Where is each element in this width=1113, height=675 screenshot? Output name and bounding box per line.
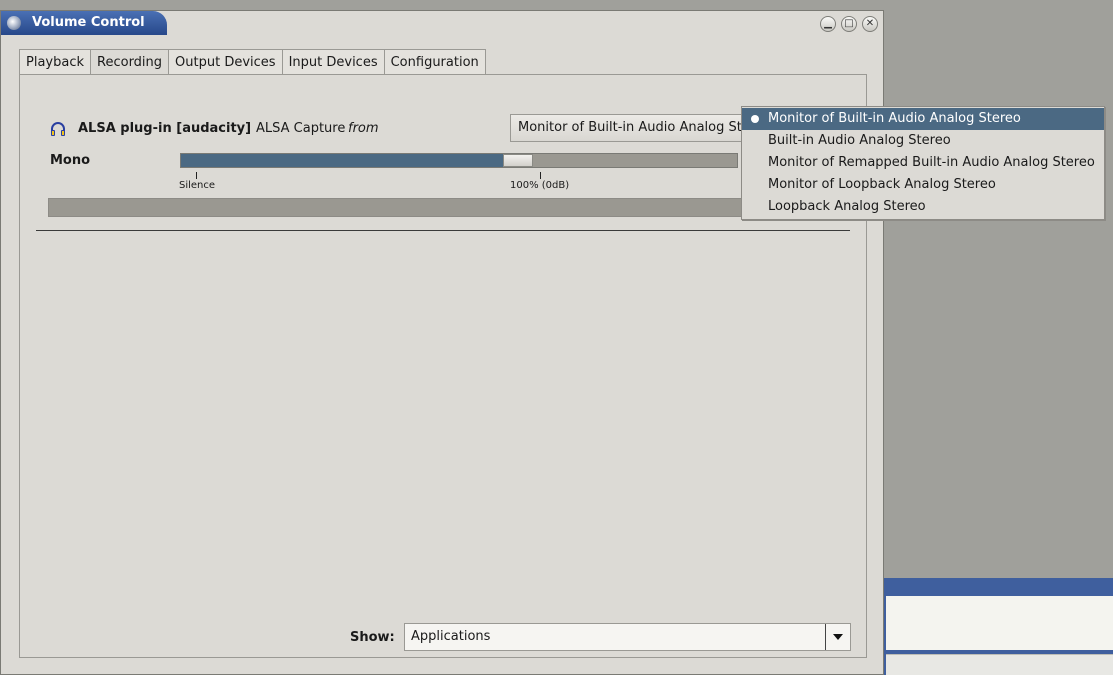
- speaker-icon: [7, 16, 21, 30]
- tab-bar: Playback Recording Output Devices Input …: [19, 49, 486, 76]
- close-icon: ✕: [865, 18, 875, 29]
- stream-subtitle: ALSA Capture: [256, 121, 346, 136]
- menu-item-label: Monitor of Remapped Built-in Audio Analo…: [768, 155, 1095, 170]
- menu-item-device[interactable]: Monitor of Built-in Audio Analog Stereo: [742, 108, 1104, 130]
- volume-slider[interactable]: [180, 153, 738, 168]
- tick-label-full: 100% (0dB): [510, 180, 570, 191]
- show-select-value: Applications: [411, 629, 491, 644]
- menu-item-device[interactable]: Built-in Audio Analog Stereo: [742, 130, 1104, 152]
- title-tab[interactable]: Volume Control: [1, 11, 167, 35]
- menu-item-label: Monitor of Loopback Analog Stereo: [768, 177, 996, 192]
- stream-name: ALSA plug-in [audacity]: [78, 121, 252, 136]
- device-dropdown-menu: Monitor of Built-in Audio Analog Stereo …: [741, 106, 1105, 220]
- volume-slider-fill: [181, 154, 504, 167]
- volume-slider-thumb[interactable]: [503, 154, 533, 167]
- from-label: from: [348, 121, 379, 136]
- chevron-down-icon: [833, 634, 843, 640]
- menu-item-label: Loopback Analog Stereo: [768, 199, 926, 214]
- maximize-button[interactable]: □: [841, 16, 857, 32]
- show-label: Show:: [350, 630, 395, 645]
- show-select[interactable]: Applications: [404, 623, 851, 651]
- minimize-icon: ▁: [824, 18, 832, 29]
- menu-item-device[interactable]: Monitor of Loopback Analog Stereo: [742, 174, 1104, 196]
- headphones-icon: [51, 122, 65, 136]
- stream-separator: :: [247, 121, 252, 136]
- tick-silence: [196, 172, 197, 179]
- tick-full: [540, 172, 541, 179]
- tab-input-devices[interactable]: Input Devices: [281, 49, 385, 75]
- tab-playback[interactable]: Playback: [19, 49, 92, 75]
- background-panel: [886, 596, 1113, 650]
- show-select-arrow[interactable]: [825, 624, 850, 650]
- menu-item-label: Built-in Audio Analog Stereo: [768, 133, 951, 148]
- tab-configuration[interactable]: Configuration: [383, 49, 486, 75]
- peak-level-meter: [48, 198, 838, 217]
- window-title: Volume Control: [32, 15, 145, 30]
- tab-recording[interactable]: Recording: [90, 49, 170, 76]
- title-bar[interactable]: Volume Control ▁ □ ✕: [1, 11, 883, 35]
- minimize-button[interactable]: ▁: [820, 16, 836, 32]
- background-status-bar: [886, 654, 1113, 675]
- recording-panel: ALSA plug-in [audacity] : ALSA Capture f…: [19, 74, 867, 658]
- maximize-icon: □: [844, 18, 854, 29]
- channel-label: Mono: [50, 153, 91, 168]
- radio-selected-icon: [751, 115, 759, 123]
- menu-item-label: Monitor of Built-in Audio Analog Stereo: [768, 111, 1021, 126]
- stream-divider: [36, 230, 850, 231]
- tab-output-devices[interactable]: Output Devices: [168, 49, 283, 75]
- background-window: [884, 578, 1113, 675]
- close-button[interactable]: ✕: [862, 16, 878, 32]
- menu-item-device[interactable]: Loopback Analog Stereo: [742, 196, 1104, 218]
- tick-label-silence: Silence: [179, 180, 216, 191]
- menu-item-device[interactable]: Monitor of Remapped Built-in Audio Analo…: [742, 152, 1104, 174]
